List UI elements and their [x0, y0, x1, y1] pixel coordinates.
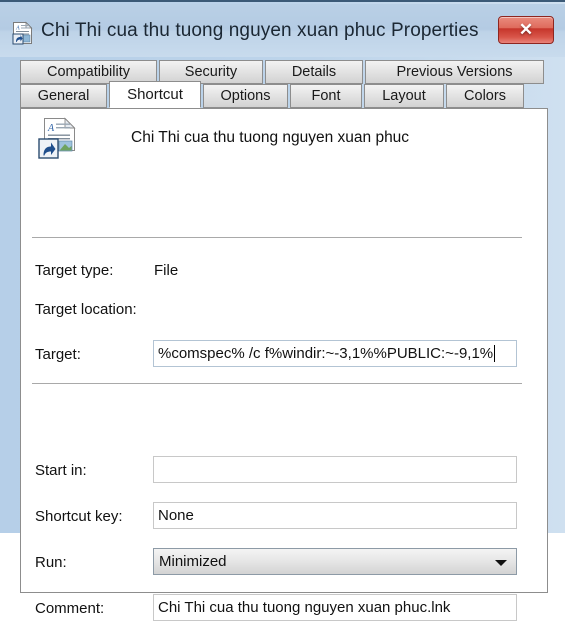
window-title: Chi Thi cua thu tuong nguyen xuan phuc P… — [41, 20, 479, 41]
divider-lower — [32, 383, 522, 384]
run-label: Run: — [35, 554, 67, 571]
tab-shortcut[interactable]: Shortcut — [109, 81, 201, 108]
tab-previous-versions[interactable]: Previous Versions — [365, 60, 544, 84]
chevron-down-icon[interactable] — [495, 560, 507, 566]
comment-input-value: Chi Thi cua thu tuong nguyen xuan phuc.l… — [158, 599, 451, 616]
comment-label: Comment: — [35, 600, 105, 617]
tab-container: Compatibility Security Details Previous … — [20, 60, 548, 621]
svg-text:A: A — [47, 123, 55, 134]
shortcut-key-input-value: None — [158, 507, 194, 524]
shortcut-document-icon: A — [12, 21, 34, 45]
tab-row-lower: General Shortcut Options Font Layout Col… — [20, 81, 526, 108]
tab-layout[interactable]: Layout — [364, 84, 444, 108]
tab-details[interactable]: Details — [265, 60, 363, 84]
close-icon: ✕ — [518, 20, 534, 39]
start-in-label: Start in: — [35, 462, 87, 479]
shortcut-tab-panel: A Chi Thi cua thu tuong nguyen xuan phuc… — [20, 108, 548, 621]
target-input[interactable]: %comspec% /c f%windir:~-3,1%%PUBLIC:~-9,… — [153, 340, 517, 367]
text-caret — [494, 345, 496, 362]
tab-label: Shortcut — [127, 86, 183, 103]
target-label: Target: — [35, 346, 81, 363]
shortcut-key-input[interactable]: None — [153, 502, 517, 529]
target-type-label: Target type: — [35, 262, 114, 279]
shortcut-key-label: Shortcut key: — [35, 508, 123, 525]
comment-input[interactable]: Chi Thi cua thu tuong nguyen xuan phuc.l… — [153, 594, 517, 621]
tab-label: Options — [220, 88, 271, 104]
tab-font[interactable]: Font — [290, 84, 362, 108]
tab-label: Font — [311, 88, 341, 104]
tab-label: Layout — [382, 88, 426, 104]
target-input-value: %comspec% /c f%windir:~-3,1%%PUBLIC:~-9,… — [158, 345, 494, 362]
shortcut-name-label: Chi Thi cua thu tuong nguyen xuan phuc — [131, 129, 410, 146]
svg-text:A: A — [15, 26, 20, 32]
tab-label: Security — [184, 64, 238, 80]
close-button[interactable]: ✕ — [498, 16, 554, 44]
tab-label: Details — [291, 64, 337, 80]
start-in-input[interactable] — [153, 456, 517, 483]
run-dropdown[interactable]: Minimized — [153, 548, 517, 575]
target-location-label: Target location: — [35, 301, 137, 318]
divider-upper — [32, 237, 522, 238]
run-dropdown-value: Minimized — [159, 553, 227, 570]
tab-label: General — [37, 88, 90, 104]
title-bar[interactable]: A Chi Thi cua thu tuong nguyen xuan phuc… — [0, 4, 565, 57]
properties-window: A Chi Thi cua thu tuong nguyen xuan phuc… — [0, 0, 565, 621]
tab-label: Compatibility — [47, 64, 130, 80]
tab-row-upper: Compatibility Security Details Previous … — [20, 60, 546, 84]
tab-general[interactable]: General — [20, 84, 107, 108]
tab-label: Previous Versions — [396, 64, 513, 80]
target-type-value: File — [154, 262, 179, 279]
shortcut-document-icon: A — [37, 117, 81, 163]
tab-label: Colors — [464, 88, 506, 104]
tab-colors[interactable]: Colors — [446, 84, 524, 108]
tab-options[interactable]: Options — [203, 84, 288, 108]
